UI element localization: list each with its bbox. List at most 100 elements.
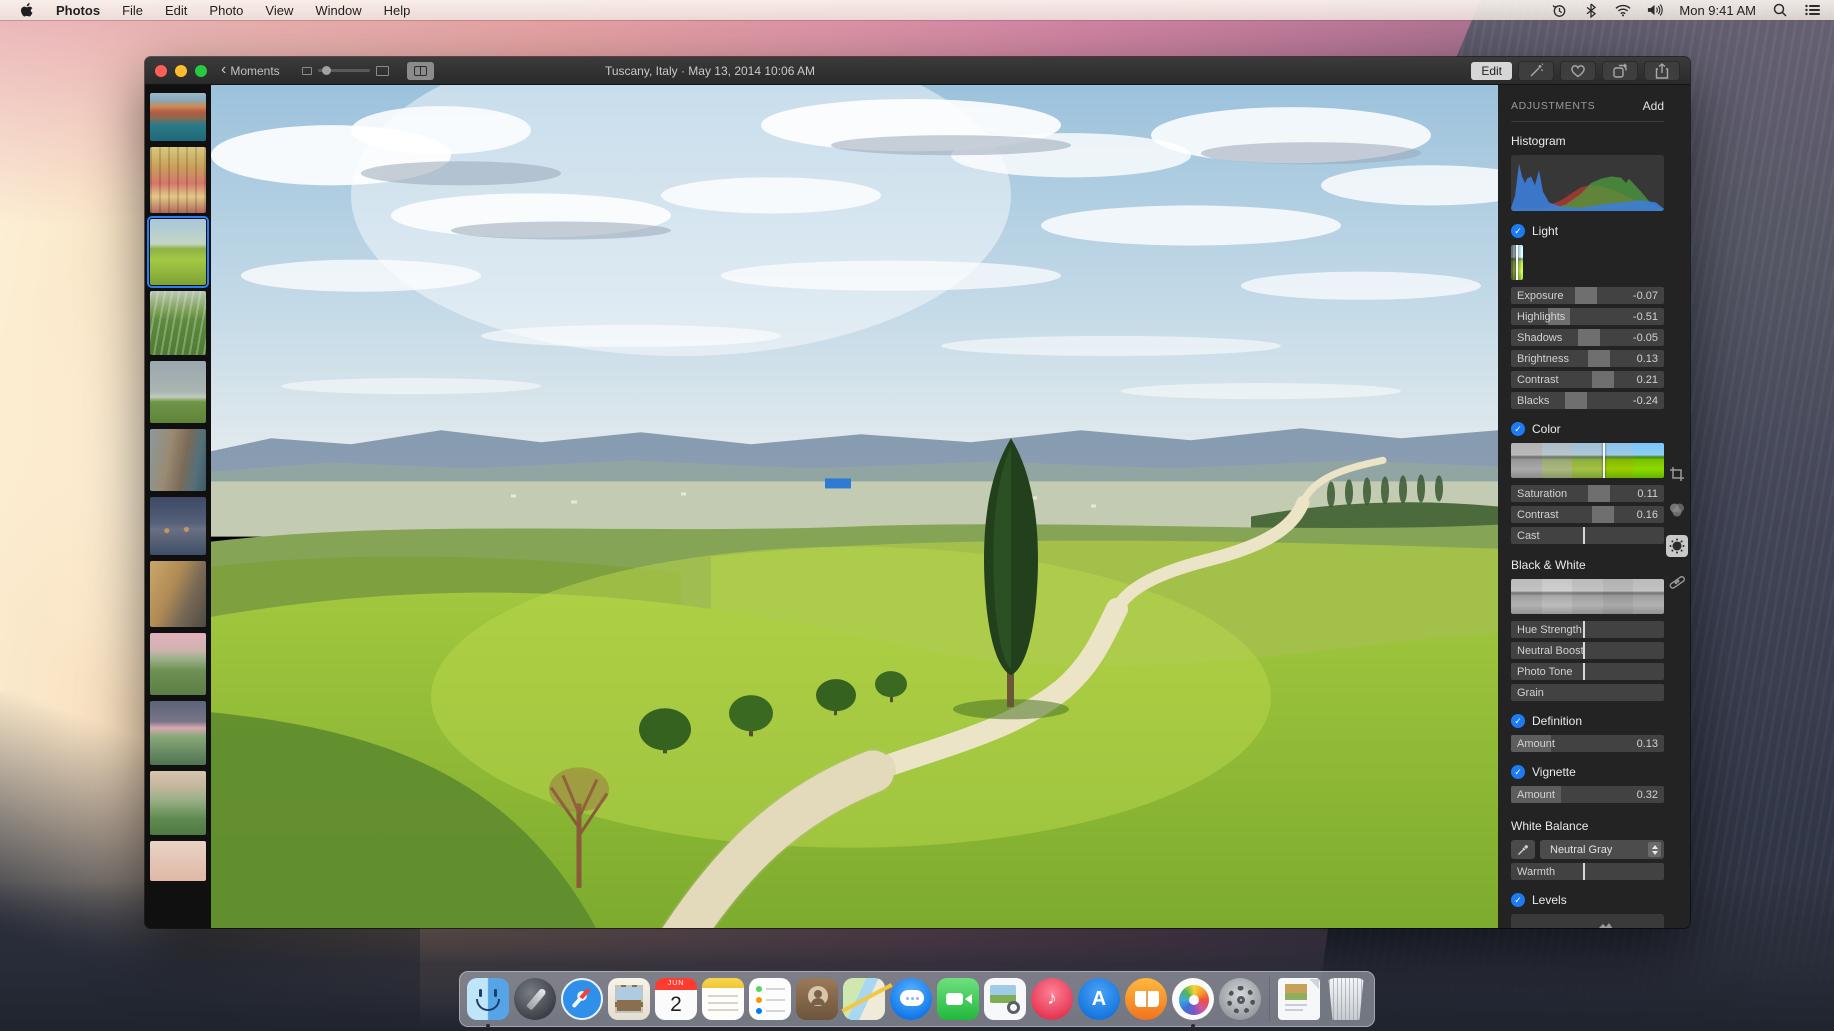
edit-button[interactable]: Edit xyxy=(1471,62,1512,80)
photo-tone-slider[interactable]: Photo Tone xyxy=(1511,663,1664,680)
volume-icon[interactable] xyxy=(1647,2,1663,18)
dock-itunes[interactable]: ♪ xyxy=(1030,977,1074,1021)
dock-facetime[interactable] xyxy=(936,977,980,1021)
enhance-wand-icon xyxy=(1528,63,1544,79)
enhance-button[interactable] xyxy=(1518,61,1554,81)
white-balance-dropdown[interactable]: Neutral Gray xyxy=(1540,840,1664,859)
dock-photos[interactable] xyxy=(1171,977,1215,1021)
photo-thumbnail-evening-cafe[interactable] xyxy=(150,561,206,627)
color-preview-strip[interactable] xyxy=(1511,443,1664,478)
contrast-slider[interactable]: Contrast0.21 xyxy=(1511,371,1664,388)
zoom-slider[interactable] xyxy=(318,69,370,72)
white-balance-eyedropper-button[interactable] xyxy=(1511,840,1535,859)
dock-app-store[interactable]: A xyxy=(1077,977,1121,1021)
zoom-slider-knob[interactable] xyxy=(322,66,331,75)
photo-thumbnail-valley-sunset[interactable] xyxy=(150,771,206,835)
color-contrast-slider[interactable]: Contrast0.16 xyxy=(1511,506,1664,523)
filters-icon xyxy=(1668,502,1686,518)
dock-reminders[interactable] xyxy=(748,977,792,1021)
window-titlebar[interactable]: ‹ Moments Tuscany, Italy · May 13, 2014 … xyxy=(145,57,1690,85)
photo-thumbnail-street[interactable] xyxy=(150,429,206,491)
thumbnail-sidebar[interactable] xyxy=(145,85,211,928)
menu-app-name[interactable]: Photos xyxy=(56,3,100,18)
menu-item-file[interactable]: File xyxy=(122,3,143,18)
dock-safari[interactable] xyxy=(560,977,604,1021)
menu-item-window[interactable]: Window xyxy=(315,3,361,18)
grain-slider[interactable]: Grain xyxy=(1511,684,1664,701)
saturation-slider[interactable]: Saturation0.11 xyxy=(1511,485,1664,502)
dock-calendar[interactable]: JUN 2 xyxy=(654,977,698,1021)
dock-trash[interactable] xyxy=(1324,977,1368,1021)
dock-messages[interactable] xyxy=(889,977,933,1021)
menu-item-help[interactable]: Help xyxy=(384,3,411,18)
photo-thumbnail-tuscany-selected[interactable] xyxy=(150,219,206,285)
photo-thumbnail-vineyard[interactable] xyxy=(150,291,206,355)
menu-item-edit[interactable]: Edit xyxy=(165,3,187,18)
menu-item-view[interactable]: View xyxy=(265,3,293,18)
exposure-slider[interactable]: Exposure-0.07 xyxy=(1511,287,1664,304)
apple-menu-icon[interactable] xyxy=(18,2,34,18)
dock-ibooks[interactable] xyxy=(1124,977,1168,1021)
menu-item-photo[interactable]: Photo xyxy=(209,3,243,18)
light-preview-strip[interactable] xyxy=(1511,245,1523,280)
color-enabled-checkbox[interactable]: ✓ xyxy=(1511,422,1525,436)
minimize-button[interactable] xyxy=(175,65,187,77)
hue-strength-slider[interactable]: Hue Strength xyxy=(1511,621,1664,638)
shadows-slider[interactable]: Shadows-0.05 xyxy=(1511,329,1664,346)
crop-tool-button[interactable] xyxy=(1666,463,1688,485)
adjust-tool-button[interactable] xyxy=(1666,535,1688,557)
zoom-out-photo-icon xyxy=(302,67,312,75)
black-white-preview-strip[interactable] xyxy=(1511,579,1664,614)
bluetooth-icon[interactable] xyxy=(1583,2,1599,18)
white-balance-section-label: White Balance xyxy=(1511,819,1664,833)
share-button[interactable] xyxy=(1644,61,1680,81)
retouch-tool-button[interactable] xyxy=(1666,571,1688,593)
dock-contacts[interactable] xyxy=(795,977,839,1021)
photo-thumbnail-coastal-village[interactable] xyxy=(150,93,206,141)
wifi-icon[interactable] xyxy=(1615,2,1631,18)
dock-mail[interactable] xyxy=(607,977,651,1021)
back-to-moments-button[interactable]: ‹ Moments xyxy=(221,64,280,78)
menu-clock[interactable]: Mon 9:41 AM xyxy=(1679,3,1756,18)
vignette-amount-slider[interactable]: Amount0.32 xyxy=(1511,786,1664,803)
highlights-slider[interactable]: Highlights-0.51 xyxy=(1511,308,1664,325)
dock-preview[interactable] xyxy=(983,977,1027,1021)
dock-system-preferences[interactable] xyxy=(1218,977,1262,1021)
light-enabled-checkbox[interactable]: ✓ xyxy=(1511,224,1525,238)
dock-finder[interactable] xyxy=(466,977,510,1021)
zoom-button[interactable] xyxy=(195,65,207,77)
notification-center-icon[interactable] xyxy=(1804,2,1820,18)
brightness-slider[interactable]: Brightness0.13 xyxy=(1511,350,1664,367)
color-strip-scrubber[interactable] xyxy=(1603,443,1605,478)
dock-notes[interactable] xyxy=(701,977,745,1021)
split-view-toggle-button[interactable] xyxy=(407,62,434,80)
close-button[interactable] xyxy=(155,65,167,77)
color-section-label: Color xyxy=(1532,422,1561,436)
levels-enabled-checkbox[interactable]: ✓ xyxy=(1511,893,1525,907)
definition-amount-slider[interactable]: Amount0.13 xyxy=(1511,735,1664,752)
dock-document[interactable] xyxy=(1277,977,1321,1021)
warmth-slider[interactable]: Warmth xyxy=(1511,863,1664,880)
time-machine-icon[interactable] xyxy=(1551,2,1567,18)
photo-thumbnail-dusk-water[interactable] xyxy=(150,497,206,555)
cast-slider[interactable]: Cast xyxy=(1511,527,1664,544)
rotate-button[interactable] xyxy=(1602,61,1638,81)
blacks-slider[interactable]: Blacks-0.24 xyxy=(1511,392,1664,409)
photo-thumbnail-pink-sunset-hills[interactable] xyxy=(150,633,206,695)
photo-thumbnail-colorful-houses[interactable] xyxy=(150,147,206,213)
levels-histogram[interactable] xyxy=(1511,914,1664,928)
spotlight-icon[interactable] xyxy=(1772,2,1788,18)
favorite-button[interactable] xyxy=(1560,61,1596,81)
filters-tool-button[interactable] xyxy=(1666,499,1688,521)
dock-launchpad[interactable] xyxy=(513,977,557,1021)
vignette-enabled-checkbox[interactable]: ✓ xyxy=(1511,765,1525,779)
light-strip-scrubber[interactable] xyxy=(1516,245,1518,280)
dock-maps[interactable] xyxy=(842,977,886,1021)
photo-thumbnail-dusk-fields[interactable] xyxy=(150,701,206,765)
definition-enabled-checkbox[interactable]: ✓ xyxy=(1511,714,1525,728)
add-adjustment-button[interactable]: Add xyxy=(1643,99,1664,113)
photo-thumbnail-cloudy-field[interactable] xyxy=(150,361,206,423)
photo-thumbnail-partial[interactable] xyxy=(150,841,206,881)
main-photo-tuscany[interactable] xyxy=(211,85,1498,928)
neutral-boost-slider[interactable]: Neutral Boost xyxy=(1511,642,1664,659)
